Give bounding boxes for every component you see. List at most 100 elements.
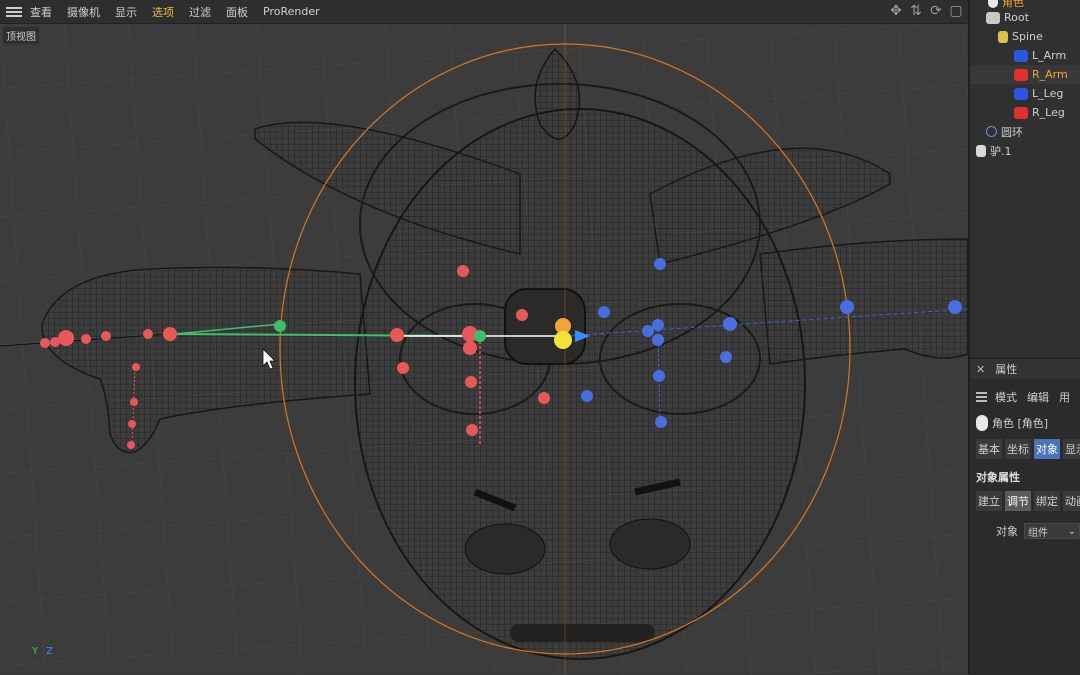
tree-item-spine[interactable]: Spine [970, 27, 1080, 46]
subtab-build[interactable]: 建立 [976, 491, 1002, 511]
tree-item-label: L_Arm [1032, 49, 1067, 62]
joint[interactable] [598, 306, 610, 318]
dolly-view-icon[interactable]: ⇅ [908, 3, 924, 19]
joint[interactable] [581, 390, 593, 402]
leg-red-icon [1014, 106, 1028, 119]
object-manager-tree: 角色 Root Spine L_Arm R_Arm L_Leg R_Leg 圆环… [970, 0, 1080, 356]
subtab-bind[interactable]: 绑定 [1034, 491, 1060, 511]
tree-item-l-leg[interactable]: L_Leg [970, 84, 1080, 103]
tree-item-donkey[interactable]: 驴.1 [970, 141, 1080, 160]
attribute-tabs: 基本 坐标 对象 显示 [970, 439, 1080, 459]
hamburger-menu-icon[interactable] [6, 6, 22, 17]
leg-blue-icon [1014, 87, 1028, 100]
tab-display[interactable]: 显示 [1063, 439, 1080, 459]
joint[interactable] [516, 309, 528, 321]
arm-red-icon [1014, 68, 1028, 81]
joint[interactable] [723, 317, 737, 331]
menu-view[interactable]: 查看 [30, 4, 52, 20]
joint[interactable] [653, 370, 665, 382]
attribute-title: 属性 [995, 363, 1018, 376]
object-title: 角色 [角色] [970, 413, 1080, 433]
joint-root-icon [986, 11, 1000, 24]
tree-item-label: 驴.1 [990, 144, 1012, 158]
joint[interactable] [465, 376, 477, 388]
root-joint-yellow[interactable] [554, 331, 572, 349]
move-view-icon[interactable]: ✥ [888, 3, 904, 19]
joint[interactable] [474, 330, 486, 342]
tree-item-r-leg[interactable]: R_Leg [970, 103, 1080, 122]
tree-item-label: R_Leg [1032, 106, 1065, 119]
tab-coordinates[interactable]: 坐标 [1005, 439, 1031, 459]
joint[interactable] [58, 330, 74, 346]
object-select[interactable]: 组件 ⌄ [1024, 523, 1080, 539]
maximize-view-icon[interactable]: ▢ [948, 3, 964, 19]
menu-panel[interactable]: 面板 [226, 4, 248, 20]
menu-camera[interactable]: 摄像机 [67, 4, 100, 20]
subtab-animate[interactable]: 动画 [1063, 491, 1080, 511]
attribute-menu-icon[interactable] [976, 392, 987, 402]
axis-z-label: Z [46, 646, 53, 657]
joint[interactable] [654, 258, 666, 270]
menu-options[interactable]: 选项 [152, 4, 174, 20]
left-foot-mesh [464, 523, 546, 575]
joint[interactable] [652, 334, 664, 346]
joint[interactable] [397, 362, 409, 374]
rotate-view-icon[interactable]: ⟳ [928, 3, 944, 19]
object-field-row: 对象 组件 ⌄ [970, 523, 1080, 539]
object-select-value: 组件 [1028, 527, 1048, 539]
viewport-menubar: 查看 摄像机 显示 选项 过滤 面板 ProRender ✥ ⇅ ⟳ ▢ [0, 0, 970, 24]
axis-indicator: YZ [32, 646, 53, 657]
tree-item-l-arm[interactable]: L_Arm [970, 46, 1080, 65]
joint[interactable] [840, 300, 854, 314]
tab-basic[interactable]: 基本 [976, 439, 1002, 459]
character-icon [976, 415, 988, 431]
joint[interactable] [81, 334, 91, 344]
tail-mesh [510, 624, 655, 642]
joint[interactable] [143, 329, 153, 339]
viewport-scene [0, 24, 968, 674]
viewport-nav-icons: ✥ ⇅ ⟳ ▢ [888, 3, 964, 19]
menu-mode[interactable]: 模式 [995, 389, 1017, 405]
axis-y-label: Y [32, 646, 39, 657]
tree-item-r-arm[interactable]: R_Arm [970, 65, 1080, 84]
spine-icon [998, 30, 1008, 43]
close-icon[interactable]: ✕ [976, 363, 985, 376]
joint[interactable] [457, 265, 469, 277]
joint[interactable] [720, 351, 732, 363]
tree-item-label: Root [1004, 11, 1029, 24]
tab-object[interactable]: 对象 [1034, 439, 1060, 459]
circle-icon [986, 126, 997, 137]
joint[interactable] [132, 363, 140, 371]
tree-item-label: Spine [1012, 30, 1043, 43]
tree-item-root[interactable]: Root [970, 8, 1080, 27]
joint[interactable] [101, 331, 111, 341]
joint[interactable] [163, 327, 177, 341]
viewport-top-view[interactable]: 顶视图 YZ [0, 24, 968, 674]
menu-edit[interactable]: 编辑 [1027, 389, 1049, 405]
menu-prorender[interactable]: ProRender [263, 5, 320, 18]
object-title-label: 角色 [角色] [992, 417, 1049, 430]
joint[interactable] [463, 341, 477, 355]
joint[interactable] [390, 328, 404, 342]
tree-item-label: R_Arm [1032, 68, 1068, 81]
joint[interactable] [655, 416, 667, 428]
menu-filter[interactable]: 过滤 [189, 4, 211, 20]
tree-item-ring[interactable]: 圆环 [970, 122, 1080, 141]
object-field-label: 对象 [996, 525, 1018, 538]
joint[interactable] [127, 441, 135, 449]
joint[interactable] [948, 300, 962, 314]
joint[interactable] [652, 319, 664, 331]
joint[interactable] [274, 320, 286, 332]
tree-item-label: 圆环 [1001, 125, 1023, 139]
joint[interactable] [40, 338, 50, 348]
joint[interactable] [642, 325, 654, 337]
attribute-header: ✕ 属性 [970, 359, 1080, 379]
joint[interactable] [130, 398, 138, 406]
subtab-adjust[interactable]: 调节 [1005, 491, 1031, 511]
joint[interactable] [466, 424, 478, 436]
joint[interactable] [128, 420, 136, 428]
arm-blue-icon [1014, 49, 1028, 62]
menu-display[interactable]: 显示 [115, 4, 137, 20]
menu-user[interactable]: 用 [1059, 389, 1070, 405]
joint[interactable] [538, 392, 550, 404]
